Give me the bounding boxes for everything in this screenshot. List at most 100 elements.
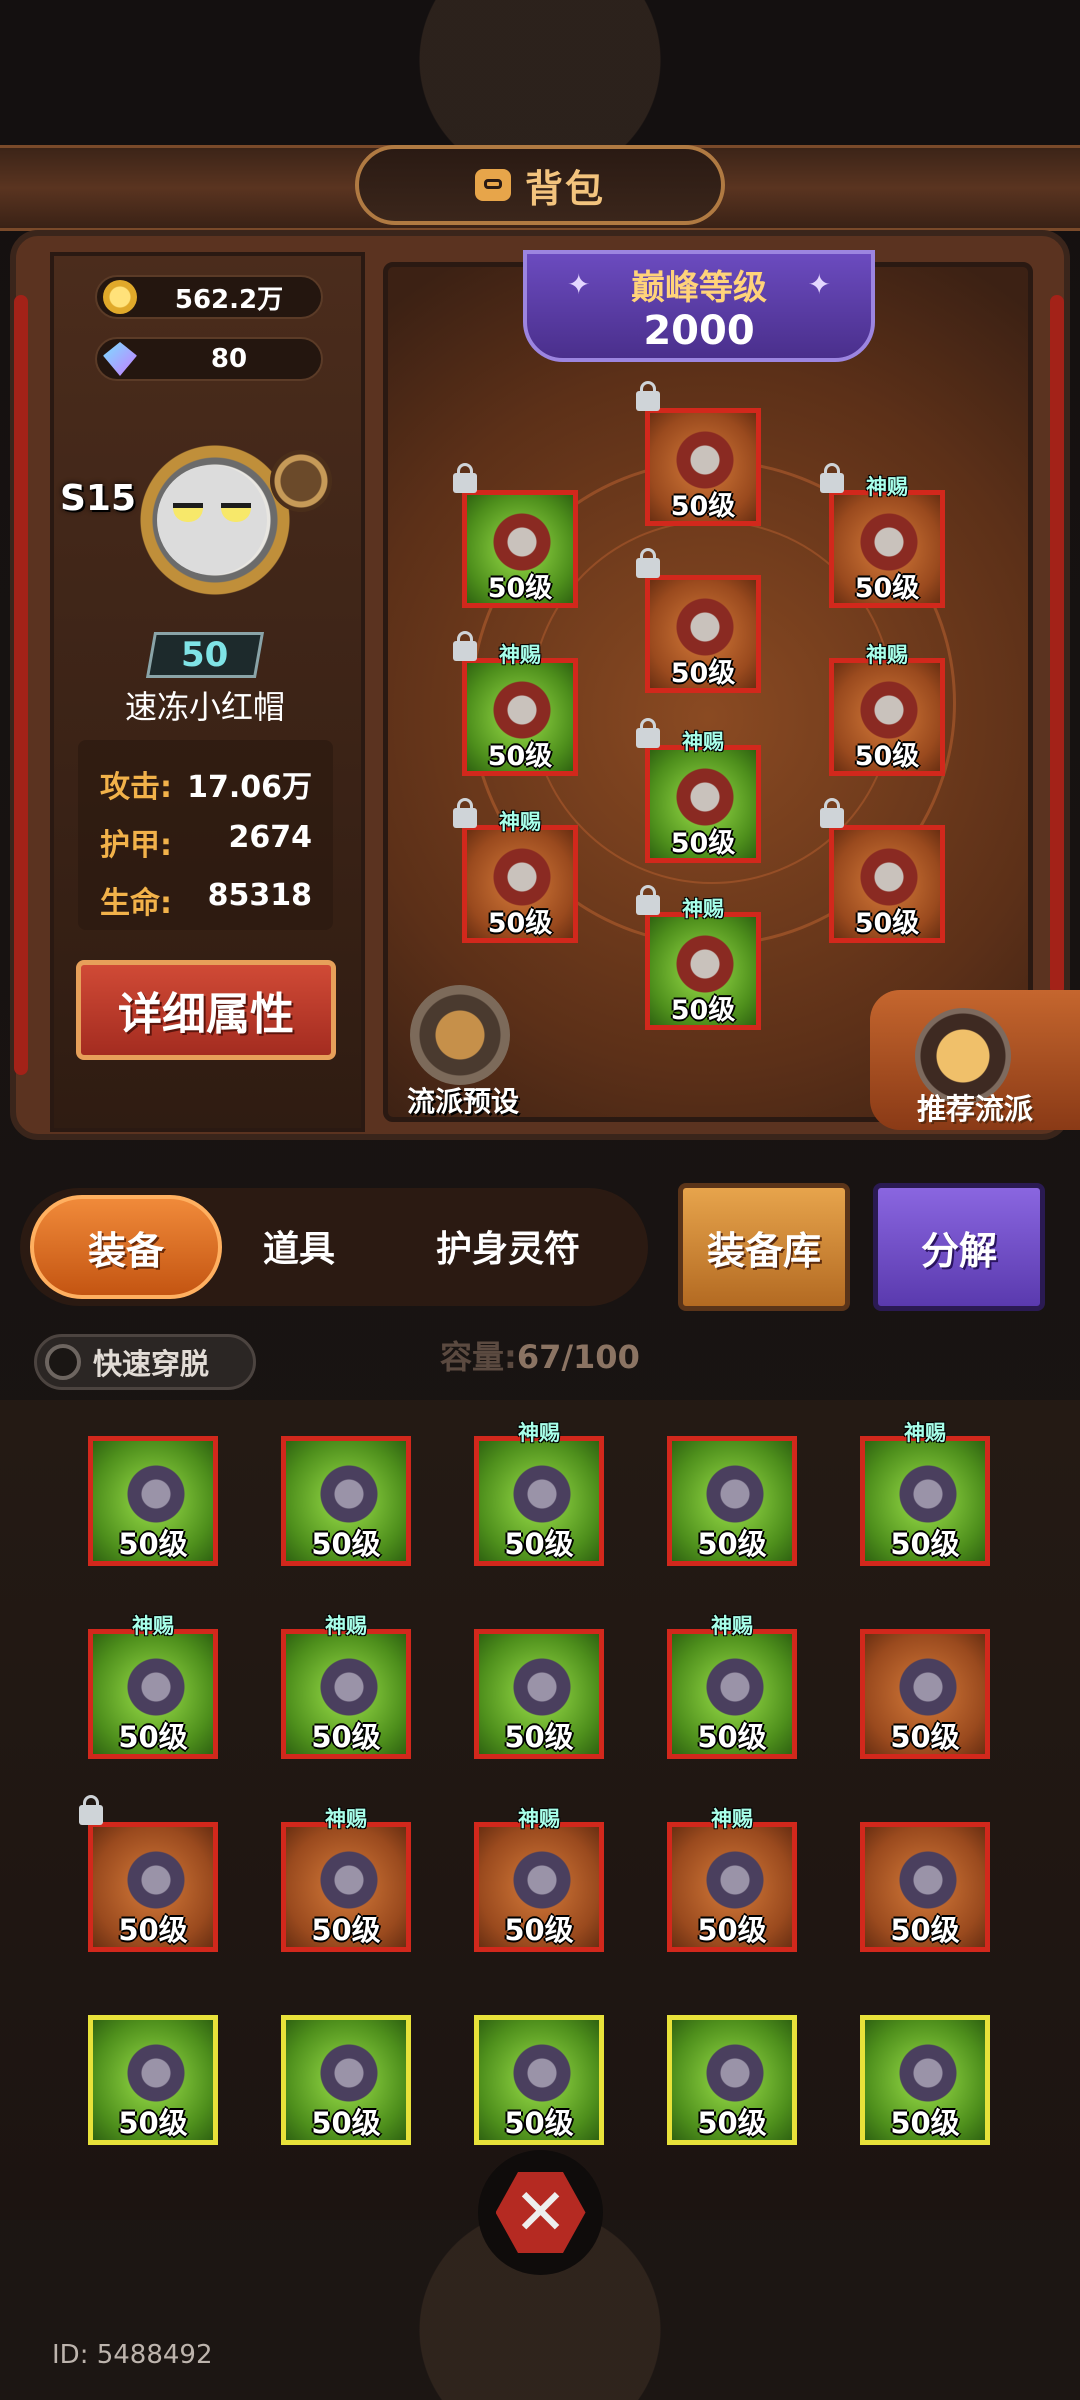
equipment-slot[interactable]: 50级 [636,548,761,693]
item-level: 50级 [670,491,736,522]
capacity-label: 容量: [440,1338,517,1376]
inventory-item[interactable]: 50级 [860,2015,990,2145]
decompose-button[interactable]: 分解 [873,1183,1045,1311]
equipment-slot[interactable]: 50级 神赐 [453,798,578,943]
chest-armor-icon [125,2042,187,2104]
divine-tag: 神赐 [866,643,908,667]
inventory-item[interactable]: 50级 神赐 [474,1421,604,1566]
inventory-item[interactable]: 50级 神赐 [667,1614,797,1759]
divine-tag: 神赐 [682,730,724,754]
robe-icon [125,1463,187,1525]
lock-icon [453,631,477,661]
player-id: ID: 5488492 [52,2340,213,2370]
equipment-slot[interactable]: 50级 [820,798,945,943]
gold-coin-icon [103,280,137,314]
hat-icon [318,2042,380,2104]
inventory-item[interactable]: 50级 [88,1436,218,1566]
inventory-item[interactable]: 50级 [281,2015,411,2145]
boots-icon [318,1656,380,1718]
lock-icon [453,798,477,828]
inventory-item[interactable]: 50级 神赐 [474,1807,604,1952]
item-level: 50级 [311,1913,381,1947]
close-button[interactable]: ✕ [478,2150,603,2275]
item-level: 50级 [854,741,920,772]
recommend-label: 推荐流派 [916,1092,1033,1126]
inventory-item[interactable]: 50级 [860,1822,990,1952]
pants-icon [897,2042,959,2104]
claw-icon [897,1656,959,1718]
inventory-item[interactable]: 50级 神赐 [281,1807,411,1952]
inventory-item[interactable]: 50级 [88,2015,218,2145]
peak-level-banner: ✦ ✦ 巅峰等级 2000 [523,250,875,362]
title-plate: 背包 [355,145,725,225]
equipment-slot[interactable]: 50级 神赐 [829,643,945,776]
hat-icon [704,1463,766,1525]
stat-health: 生命: 85318 [100,878,312,922]
inventory-item[interactable]: 50级 [474,2015,604,2145]
star-icon: ✦ [567,268,591,301]
inventory-item[interactable]: 50级 神赐 [860,1421,990,1566]
item-level: 50级 [697,2106,767,2140]
tab-items[interactable]: 道具 [263,1220,335,1272]
inventory-item[interactable]: 50级 [667,1436,797,1566]
item-level: 50级 [890,2106,960,2140]
pants-icon [897,1849,959,1911]
divine-tag: 神赐 [499,810,541,834]
star-icon: ✦ [807,268,831,301]
stat-value: 17.06万 [187,770,312,805]
inventory-item[interactable]: 50级 神赐 [281,1614,411,1759]
inventory-item[interactable]: 50级 神赐 [88,1614,218,1759]
gem-icon [103,342,137,376]
equipment-slot[interactable]: 50级 神赐 [636,885,761,1030]
equipment-slot[interactable]: 50级 [636,381,761,526]
chest-armor-icon [676,598,734,656]
swap-hero-icon[interactable] [270,450,332,512]
divine-tag: 神赐 [711,1614,753,1638]
lock-icon [453,463,477,493]
hero-stats: 攻击: 17.06万 护甲: 2674 生命: 85318 [78,740,333,930]
quick-equip-toggle[interactable]: 快速穿脱 [34,1334,256,1390]
item-level: 50级 [670,995,736,1026]
build-preset-button[interactable]: 流派预设 [388,985,538,1118]
divine-tag: 神赐 [518,1807,560,1831]
gauntlet-icon [493,681,551,739]
item-level: 50级 [697,1720,767,1754]
inventory-item[interactable]: 50级 [79,1795,218,1952]
equipment-slot[interactable]: 50级 [453,463,578,608]
gold-display: 562.2万 [95,275,323,319]
season-label: S15 [60,478,137,519]
gem-display: 80 [95,337,323,381]
inventory-item[interactable]: 50级 [860,1629,990,1759]
item-level: 50级 [854,573,920,604]
item-level: 50级 [487,908,553,939]
inventory-item[interactable]: 50级 [667,2015,797,2145]
equipment-slot[interactable]: 50级 神赐 [453,631,578,776]
tab-charms[interactable]: 护身灵符 [436,1220,580,1272]
inventory-item[interactable]: 50级 [281,1436,411,1566]
item-level: 50级 [504,1720,574,1754]
inventory-item[interactable]: 50级 神赐 [667,1807,797,1952]
hero-level: 50 [181,635,229,675]
hero-level-badge: 50 [145,632,265,678]
equipment-slot[interactable]: 50级 神赐 [636,718,761,863]
hero-portrait[interactable] [110,395,335,635]
pants-icon [511,1849,573,1911]
detail-attributes-button[interactable]: 详细属性 [76,960,336,1060]
gold-value: 562.2万 [174,284,284,315]
lock-icon [820,463,844,493]
capacity-value: 67/100 [516,1338,640,1376]
cape-icon [493,848,551,906]
item-level: 50级 [670,658,736,689]
recommend-build-button[interactable]: 推荐流派 [870,990,1080,1130]
inventory-item[interactable]: 50级 [474,1629,604,1759]
helmet-icon [704,1656,766,1718]
equipment-slot[interactable]: 50级 神赐 [820,463,945,608]
equipment-vault-button[interactable]: 装备库 [678,1183,850,1311]
divine-tag: 神赐 [866,475,908,499]
lock-icon [636,381,660,411]
bracer-icon [318,1849,380,1911]
gauntlet-icon [897,1463,959,1525]
tab-equipment[interactable]: 装备 [30,1195,222,1299]
necklace-icon [860,513,918,571]
lock-icon [79,1795,103,1825]
